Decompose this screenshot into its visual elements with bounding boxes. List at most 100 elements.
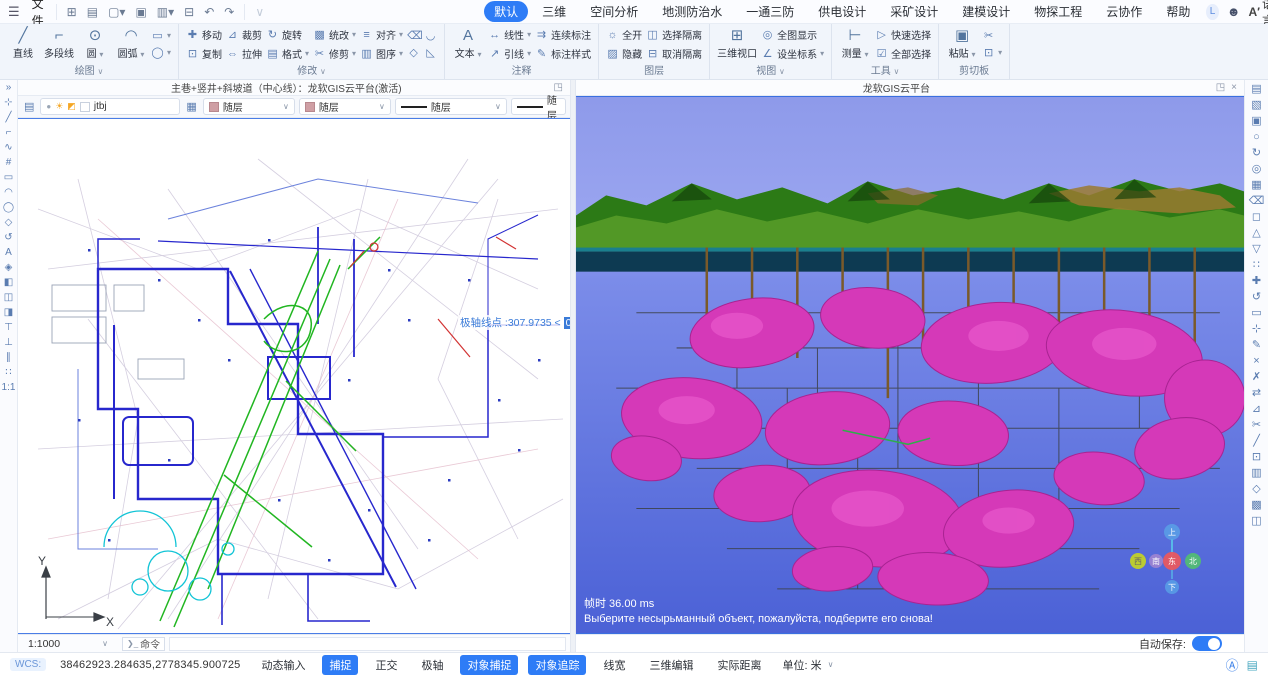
ribbon-tab[interactable]: 云协作 xyxy=(1096,1,1152,22)
copy-icon[interactable]: ⊡ xyxy=(1245,450,1268,464)
user-avatar-icon[interactable]: ☻ xyxy=(1227,4,1241,19)
save-as-icon[interactable]: ▥▾ xyxy=(153,4,178,20)
quick-select-button[interactable]: ▷快速选择 xyxy=(875,27,931,42)
paste-icon[interactable]: ▥ xyxy=(1245,466,1268,480)
new-from-template-icon[interactable]: ▤ xyxy=(83,4,102,20)
line-edit-icon[interactable]: ╱ xyxy=(1245,434,1268,448)
isolate-button[interactable]: ◫选择隔离 xyxy=(646,27,702,42)
chamfer-button[interactable]: ◺ xyxy=(424,46,437,59)
pen-icon[interactable]: ✎ xyxy=(1245,338,1268,352)
rectangle-icon[interactable]: ▭ xyxy=(1245,306,1268,320)
attach-image-icon[interactable]: ▤ xyxy=(1245,82,1268,96)
ribbon-tab[interactable]: 空间分析 xyxy=(580,1,648,22)
hatch-grid-icon[interactable]: ▩ xyxy=(1245,498,1268,512)
maximize-icon[interactable]: ◳ xyxy=(1213,82,1228,93)
status-toggle[interactable]: 对象追踪 xyxy=(528,655,586,675)
layers-all-on-button[interactable]: ☼全开 xyxy=(606,27,642,42)
blocks-icon[interactable]: ∷ xyxy=(1245,258,1268,272)
align-button[interactable]: ≡对齐▾ xyxy=(360,27,403,42)
draw-order-button[interactable]: ▥图序▾ xyxy=(360,46,403,61)
scissors-icon[interactable]: ✂ xyxy=(1245,418,1268,432)
close-icon[interactable]: × xyxy=(1228,82,1240,93)
clip-image-icon[interactable]: ▧ xyxy=(1245,98,1268,112)
status-toggle[interactable]: 捕捉 xyxy=(322,655,358,675)
delete-button[interactable]: ⌫ xyxy=(407,29,420,42)
trim-button[interactable]: ✂修剪▾ xyxy=(313,46,356,61)
polyline-tool-icon[interactable]: ⌐ xyxy=(0,127,17,139)
hamburger-menu-icon[interactable]: ☰ xyxy=(8,4,20,20)
ribbon-tab[interactable]: 一通三防 xyxy=(736,1,804,22)
set-cs-button[interactable]: ∠设坐标系▾ xyxy=(761,46,824,61)
paste-button[interactable]: ▣粘贴 ▾ xyxy=(946,28,978,60)
window-edit-icon[interactable]: ◫ xyxy=(1245,514,1268,528)
copy-button[interactable]: ⊡复制 xyxy=(186,46,222,61)
status-toggle[interactable]: 正交 xyxy=(368,655,404,675)
point-tool-icon[interactable]: ⊹ xyxy=(0,97,17,109)
fillet-button[interactable]: ◡ xyxy=(424,29,437,42)
navigation-gizmo[interactable]: 上 下 西 南 东 北 xyxy=(1126,519,1218,603)
format-button[interactable]: ▤格式▾ xyxy=(266,46,309,61)
ribbon-tab[interactable]: 采矿设计 xyxy=(880,1,948,22)
line-tool-icon[interactable]: ╱ xyxy=(0,112,17,124)
lineweight-dropdown[interactable]: 随层 xyxy=(511,98,566,115)
crop-icon[interactable]: ⊿ xyxy=(1245,402,1268,416)
redo-icon[interactable]: ↷ xyxy=(220,4,238,20)
scale-select[interactable]: 1:1000∨ xyxy=(28,638,118,650)
box-3d-icon[interactable]: ◇ xyxy=(1245,482,1268,496)
new-file-icon[interactable]: ⊞ xyxy=(63,4,81,20)
ribbon-tab[interactable]: 三维 xyxy=(532,1,576,22)
license-badge[interactable]: L xyxy=(1206,4,1218,20)
text-button[interactable]: A文本 ▾ xyxy=(452,28,484,60)
group-label-tools[interactable]: 工具 ∨ xyxy=(839,62,931,79)
status-toggle[interactable]: 线宽 xyxy=(596,655,632,675)
toolbar-more-icon[interactable]: ∨ xyxy=(251,4,268,20)
hatch-tool-icon[interactable]: ◈ xyxy=(0,262,17,274)
dim-style-button[interactable]: ✎标注样式 xyxy=(535,46,591,61)
open-file-icon[interactable]: ▢▾ xyxy=(104,4,129,20)
leader-button[interactable]: ↗引线▾ xyxy=(488,46,531,61)
scale-1-1-icon[interactable]: 1:1 xyxy=(0,382,17,394)
line-button[interactable]: ╱直线 xyxy=(7,28,39,60)
layer-combo[interactable]: ● ☀ ◩ jtbj xyxy=(40,98,180,115)
model-grid-icon[interactable]: ▦ xyxy=(1245,178,1268,192)
rotate-button[interactable]: ↻旋转 xyxy=(266,27,309,42)
ribbon-tab[interactable]: 供电设计 xyxy=(808,1,876,22)
distribute-icon[interactable]: ∥ xyxy=(0,352,17,364)
circle-button[interactable]: ⊙圆 ▾ xyxy=(79,28,111,60)
save-icon[interactable]: ▣ xyxy=(131,4,150,20)
circle-tool-icon[interactable]: ◯ xyxy=(0,202,17,214)
ribbon-tab[interactable]: 帮助 xyxy=(1156,1,1200,22)
group-label-view[interactable]: 视图 ∨ xyxy=(717,62,824,79)
cut-button[interactable]: ✂ xyxy=(982,29,1002,42)
move-icon[interactable]: ✚ xyxy=(1245,274,1268,288)
ribbon-tab[interactable]: 默认 xyxy=(484,1,528,22)
arc-button[interactable]: ◠圆弧 ▾ xyxy=(115,28,147,60)
status-toggle[interactable]: 动态输入 xyxy=(254,655,312,675)
box-3d-button[interactable]: ◇ xyxy=(407,46,420,59)
command-input[interactable] xyxy=(169,637,566,651)
orbit-icon[interactable]: ○ xyxy=(1245,130,1268,144)
color-dropdown-1[interactable]: 随层 ∨ xyxy=(203,98,295,115)
group-label-draw[interactable]: 绘图 ∨ xyxy=(7,62,171,79)
continuous-dim-button[interactable]: ⇉连续标注 xyxy=(535,27,591,42)
gis-3d-canvas[interactable]: 帧时 36.00 ms Выберите несырьманный объект… xyxy=(576,96,1244,634)
panel-expand-icon[interactable]: » xyxy=(0,82,17,94)
refresh-icon[interactable]: ↻ xyxy=(1245,146,1268,160)
color-dropdown-2[interactable]: 随层 ∨ xyxy=(299,98,391,115)
polyline-button[interactable]: ⌐多段线 xyxy=(43,28,75,60)
align-center-icon[interactable]: ◫ xyxy=(0,292,17,304)
stretch-button[interactable]: ⇔拉伸 xyxy=(226,46,262,61)
align-top-icon[interactable]: ⊤ xyxy=(0,322,17,334)
status-toggle[interactable]: 实际距离 xyxy=(710,655,768,675)
align-right-icon[interactable]: ◨ xyxy=(0,307,17,319)
unit-select[interactable]: 单位: 米∨ xyxy=(782,657,833,673)
node-edit-icon[interactable]: ∷ xyxy=(0,367,17,379)
ribbon-tab[interactable]: 地测防治水 xyxy=(652,1,732,22)
polygon-tool-icon[interactable]: ◇ xyxy=(0,217,17,229)
ellipse-button[interactable]: ◯▾ xyxy=(151,46,171,59)
cad-canvas[interactable]: Y X 极轴线点 :307.9735 < 0°0'0" xyxy=(18,118,570,634)
align-left-icon[interactable]: ◧ xyxy=(0,277,17,289)
rotate-icon[interactable]: ↺ xyxy=(1245,290,1268,304)
swap-icon[interactable]: ⇄ xyxy=(1245,386,1268,400)
flip-icon[interactable]: ▽ xyxy=(1245,242,1268,256)
